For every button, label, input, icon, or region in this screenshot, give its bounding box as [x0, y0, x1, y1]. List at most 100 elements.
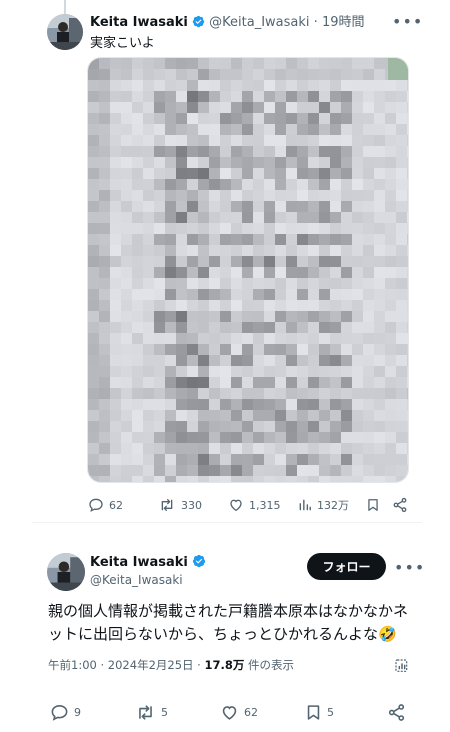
mosaic-cell — [165, 80, 176, 91]
tweet-time[interactable]: 19時間 — [322, 15, 365, 30]
mosaic-cell — [198, 399, 209, 410]
mosaic-cell — [99, 135, 110, 146]
reply-button[interactable]: 9 — [50, 702, 81, 722]
avatar[interactable] — [47, 14, 83, 50]
mosaic-cell — [275, 91, 286, 102]
mosaic-cell — [363, 102, 374, 113]
share-button[interactable] — [392, 495, 408, 515]
mosaic-cell — [187, 421, 198, 432]
mosaic-cell — [286, 124, 297, 135]
bookmark-button[interactable] — [366, 495, 380, 515]
retweet-count: 5 — [161, 705, 168, 719]
mosaic-cell — [110, 300, 121, 311]
author-name[interactable]: Keita Iwasaki — [90, 555, 188, 570]
mosaic-cell — [88, 201, 99, 212]
retweet-button[interactable]: 330 — [158, 495, 202, 515]
mosaic-cell — [385, 80, 396, 91]
mosaic-cell — [407, 278, 408, 289]
mosaic-cell — [286, 476, 297, 482]
mosaic-cell — [319, 256, 330, 267]
more-icon[interactable]: ••• — [394, 558, 425, 577]
mosaic-cell — [363, 201, 374, 212]
mosaic-cell — [154, 311, 165, 322]
mosaic-cell — [297, 432, 308, 443]
mosaic-cell — [231, 465, 242, 476]
mosaic-cell — [220, 201, 231, 212]
mosaic-cell — [242, 267, 253, 278]
mosaic-cell — [198, 223, 209, 234]
retweet-button[interactable]: 5 — [135, 702, 168, 722]
reply-button[interactable]: 62 — [88, 495, 123, 515]
mosaic-cell — [143, 410, 154, 421]
mosaic-cell — [220, 454, 231, 465]
tweet-date[interactable]: 2024年2月25日 — [108, 658, 194, 672]
mosaic-cell — [407, 377, 408, 388]
mosaic-cell — [99, 256, 110, 267]
analytics-icon[interactable] — [394, 657, 410, 679]
mosaic-cell — [319, 267, 330, 278]
tweet-media-image[interactable] — [87, 57, 409, 483]
mosaic-cell — [407, 322, 408, 333]
mosaic-cell — [165, 69, 176, 80]
mosaic-cell — [374, 157, 385, 168]
mosaic-cell — [330, 168, 341, 179]
mosaic-cell — [308, 443, 319, 454]
mosaic-cell — [330, 190, 341, 201]
mosaic-cell — [88, 366, 99, 377]
mosaic-cell — [242, 311, 253, 322]
mosaic-cell — [242, 179, 253, 190]
mosaic-cell — [308, 333, 319, 344]
mosaic-cell — [253, 322, 264, 333]
mosaic-cell — [132, 421, 143, 432]
mosaic-cell — [330, 476, 341, 482]
tweet-time[interactable]: 午前1:00 — [48, 658, 97, 672]
mosaic-cell — [253, 311, 264, 322]
mosaic-cell — [121, 421, 132, 432]
views-button[interactable]: 132万 — [298, 495, 349, 515]
mosaic-cell — [110, 377, 121, 388]
mosaic-cell — [231, 311, 242, 322]
mosaic-cell — [231, 476, 242, 482]
mosaic-cell — [198, 421, 209, 432]
mosaic-cell — [319, 212, 330, 223]
like-button[interactable]: 1,315 — [228, 495, 281, 515]
author-handle[interactable]: @Keita_Iwasaki — [209, 15, 309, 30]
mosaic-cell — [220, 267, 231, 278]
mosaic-cell — [231, 443, 242, 454]
bookmark-button[interactable]: 5 — [305, 702, 334, 722]
mosaic-cell — [88, 91, 99, 102]
avatar[interactable] — [47, 553, 85, 591]
mosaic-cell — [187, 278, 198, 289]
mosaic-cell — [176, 157, 187, 168]
share-button[interactable] — [387, 702, 406, 722]
mosaic-cell — [341, 388, 352, 399]
mosaic-cell — [374, 135, 385, 146]
mosaic-cell — [187, 465, 198, 476]
mosaic-cell — [308, 465, 319, 476]
mosaic-cell — [176, 278, 187, 289]
mosaic-cell — [374, 113, 385, 124]
mosaic-cell — [198, 245, 209, 256]
mosaic-cell — [319, 91, 330, 102]
views-count[interactable]: 17.8万 — [204, 658, 244, 672]
mosaic-cell — [363, 168, 374, 179]
mosaic-cell — [132, 278, 143, 289]
follow-button[interactable]: フォロー — [307, 553, 386, 580]
tweet-actions: 62 330 1,315 132万 — [88, 495, 412, 515]
like-button[interactable]: 62 — [220, 702, 258, 722]
mosaic-cell — [209, 432, 220, 443]
mosaic-cell — [154, 69, 165, 80]
mosaic-cell — [341, 179, 352, 190]
more-icon[interactable]: ••• — [392, 12, 423, 31]
mosaic-cell — [187, 432, 198, 443]
bookmark-icon — [368, 499, 378, 511]
mosaic-cell — [176, 58, 187, 69]
author-name[interactable]: Keita Iwasaki — [90, 15, 188, 30]
mosaic-cell — [209, 322, 220, 333]
mosaic-cell — [330, 91, 341, 102]
mosaic-cell — [330, 146, 341, 157]
author-handle[interactable]: @Keita_Iwasaki — [90, 572, 183, 588]
mosaic-cell — [143, 58, 154, 69]
mosaic-cell — [143, 124, 154, 135]
mosaic-cell — [154, 124, 165, 135]
